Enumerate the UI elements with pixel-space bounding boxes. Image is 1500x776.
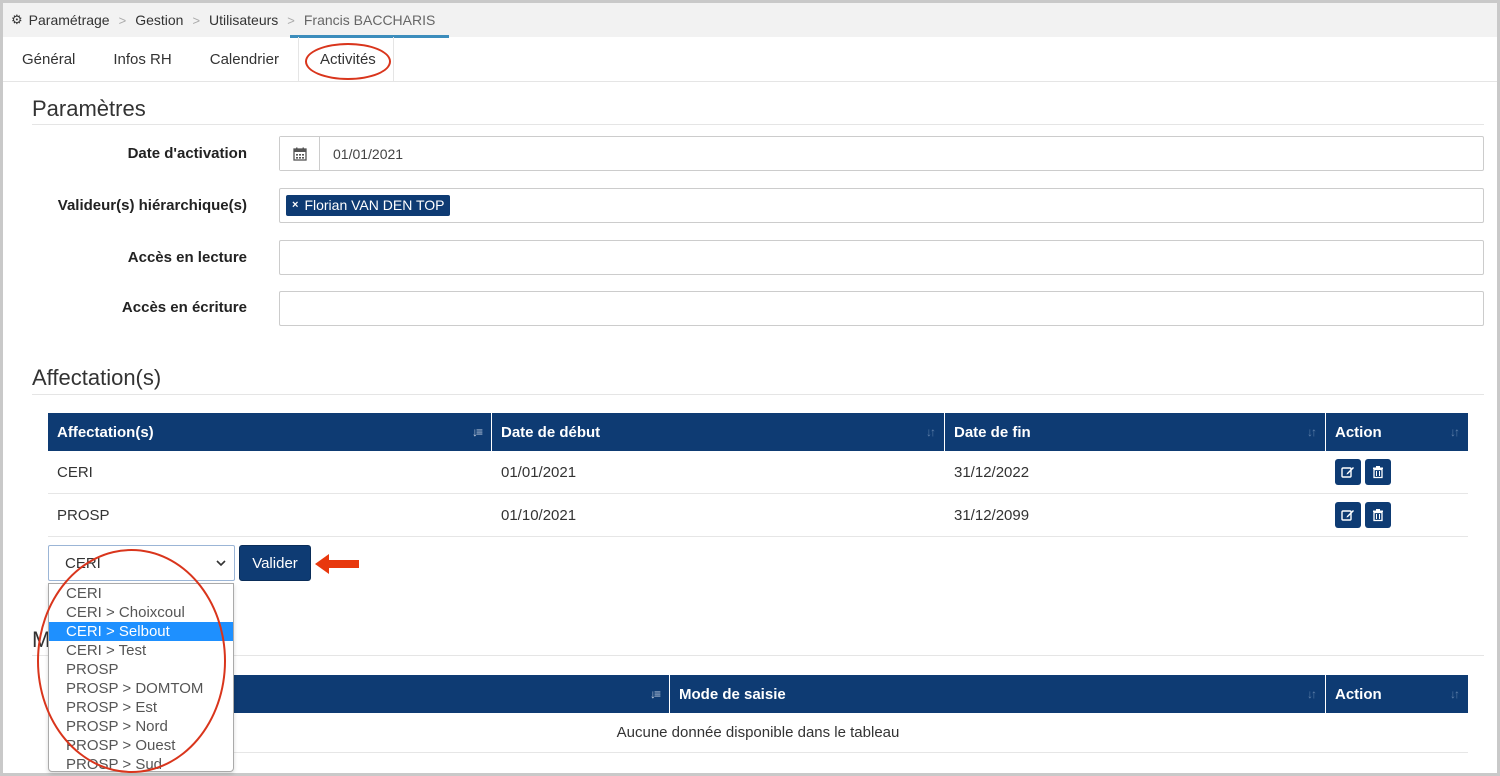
table-header: Affectation(s) ↓≡ Date de début ↓↑ Date … bbox=[48, 413, 1468, 451]
cell-date-fin: 31/12/2022 bbox=[954, 463, 1030, 481]
column-header-action[interactable]: Action ↓↑ bbox=[1326, 413, 1468, 451]
tab-activites[interactable]: Activités bbox=[303, 37, 393, 82]
column-header-label: Date de fin bbox=[954, 423, 1031, 441]
sort-icon: ↓≡ bbox=[471, 425, 483, 439]
cell-date-debut: 01/10/2021 bbox=[501, 506, 577, 524]
acces-lecture-field[interactable] bbox=[279, 240, 1484, 275]
dropdown-option[interactable]: PROSP > Sud bbox=[49, 755, 233, 774]
tab-bar: Général Infos RH Calendrier Activités bbox=[3, 36, 1497, 82]
table-row: CERI 01/01/2021 31/12/2022 bbox=[48, 451, 1468, 494]
breadcrumb-separator: > bbox=[192, 12, 201, 28]
section-divider bbox=[32, 394, 1484, 395]
calendar-icon[interactable] bbox=[280, 137, 320, 170]
dropdown-option[interactable]: CERI > Test bbox=[49, 641, 233, 660]
dropdown-option[interactable]: CERI bbox=[49, 584, 233, 603]
sort-icon: ↓↑ bbox=[1307, 425, 1317, 439]
affectation-select-value: CERI bbox=[65, 554, 101, 572]
column-header-action[interactable]: Action ↓↑ bbox=[1326, 675, 1468, 713]
cell-date-fin: 31/12/2099 bbox=[954, 506, 1030, 524]
date-activation-label: Date d'activation bbox=[127, 145, 247, 162]
date-activation-field[interactable]: 01/01/2021 bbox=[279, 136, 1484, 171]
modes-table: ↓≡ Mode de saisie ↓↑ Action ↓↑ Aucune do… bbox=[48, 675, 1468, 753]
column-header-label: Action bbox=[1335, 685, 1382, 703]
dropdown-option[interactable]: PROSP > Nord bbox=[49, 717, 233, 736]
valideurs-label: Valideur(s) hiérarchique(s) bbox=[57, 197, 247, 214]
gear-icon: ⚙ bbox=[11, 12, 23, 27]
empty-table-message: Aucune donnée disponible dans le tableau bbox=[48, 713, 1468, 753]
edit-button[interactable] bbox=[1335, 502, 1361, 528]
valider-button[interactable]: Valider bbox=[239, 545, 311, 581]
dropdown-option[interactable]: PROSP > DOMTOM bbox=[49, 679, 233, 698]
acces-ecriture-field[interactable] bbox=[279, 291, 1484, 326]
acces-ecriture-label: Accès en écriture bbox=[121, 299, 247, 316]
valideur-tag-label: Florian VAN DEN TOP bbox=[304, 197, 445, 213]
dropdown-option[interactable]: PROSP bbox=[49, 660, 233, 679]
breadcrumb-separator: > bbox=[118, 12, 127, 28]
edit-icon bbox=[1341, 510, 1354, 521]
annotation-circle bbox=[304, 42, 391, 80]
section-divider bbox=[32, 124, 1484, 125]
breadcrumb: ⚙ Paramétrage > Gestion > Utilisateurs >… bbox=[3, 3, 1497, 38]
cell-affectation: PROSP bbox=[57, 506, 110, 524]
valideur-tag: × Florian VAN DEN TOP bbox=[286, 195, 451, 216]
chevron-down-icon bbox=[216, 559, 226, 566]
breadcrumb-item-utilisateurs[interactable]: Utilisateurs bbox=[209, 12, 278, 28]
cell-actions bbox=[1326, 494, 1468, 536]
edit-button[interactable] bbox=[1335, 459, 1361, 485]
column-header-label: Mode de saisie bbox=[679, 685, 786, 703]
cell-date-debut: 01/01/2021 bbox=[501, 463, 577, 481]
tab-divider bbox=[392, 36, 394, 82]
cell-affectation: CERI bbox=[57, 463, 93, 481]
sort-icon: ↓↑ bbox=[1307, 687, 1317, 701]
tab-calendrier[interactable]: Calendrier bbox=[191, 37, 298, 82]
dropdown-option[interactable]: CERI > Choixcoul bbox=[49, 603, 233, 622]
affectation-select[interactable]: CERI bbox=[48, 545, 235, 581]
tab-infos-rh[interactable]: Infos RH bbox=[94, 37, 190, 82]
column-header-label: Affectation(s) bbox=[57, 423, 154, 441]
sort-icon: ↓↑ bbox=[1450, 425, 1460, 439]
column-header-label: Action bbox=[1335, 423, 1382, 441]
edit-icon bbox=[1341, 467, 1354, 478]
delete-button[interactable] bbox=[1365, 502, 1391, 528]
column-header-affectation[interactable]: Affectation(s) ↓≡ bbox=[48, 413, 492, 451]
breadcrumb-item-parametrage[interactable]: Paramétrage bbox=[29, 12, 110, 28]
table-row: PROSP 01/10/2021 31/12/2099 bbox=[48, 494, 1468, 537]
tab-general[interactable]: Général bbox=[3, 37, 94, 82]
affectations-table: Affectation(s) ↓≡ Date de début ↓↑ Date … bbox=[48, 413, 1468, 537]
tag-remove-button[interactable]: × bbox=[292, 199, 298, 211]
column-header-date-fin[interactable]: Date de fin ↓↑ bbox=[945, 413, 1326, 451]
acces-lecture-label: Accès en lecture bbox=[127, 249, 247, 266]
trash-icon bbox=[1373, 466, 1383, 479]
date-activation-value: 01/01/2021 bbox=[333, 145, 404, 162]
section-title-parametres: Paramètres bbox=[32, 96, 146, 121]
dropdown-option[interactable]: PROSP > Est bbox=[49, 698, 233, 717]
cell-actions bbox=[1326, 451, 1468, 493]
dropdown-option-highlighted[interactable]: CERI > Selbout bbox=[49, 622, 233, 641]
breadcrumb-item-current: Francis BACCHARIS bbox=[289, 12, 450, 38]
table-header: ↓≡ Mode de saisie ↓↑ Action ↓↑ bbox=[48, 675, 1468, 713]
column-header-mode-saisie[interactable]: Mode de saisie ↓↑ bbox=[670, 675, 1326, 713]
tab-divider bbox=[297, 36, 299, 82]
dropdown-option[interactable]: PROSP > Ouest bbox=[49, 736, 233, 755]
valideurs-field[interactable]: × Florian VAN DEN TOP bbox=[279, 188, 1484, 223]
sort-icon: ↓↑ bbox=[926, 425, 936, 439]
section-divider bbox=[32, 655, 1484, 656]
sort-icon: ↓↑ bbox=[1450, 687, 1460, 701]
section-title-affectations: Affectation(s) bbox=[32, 365, 162, 390]
trash-icon bbox=[1373, 509, 1383, 522]
column-header-label: Date de début bbox=[501, 423, 601, 441]
column-header-date-debut[interactable]: Date de début ↓↑ bbox=[492, 413, 945, 451]
arrow-left-icon bbox=[315, 554, 359, 574]
breadcrumb-item-gestion[interactable]: Gestion bbox=[135, 12, 183, 28]
breadcrumb-separator: > bbox=[287, 12, 295, 28]
affectation-dropdown-list: CERI CERI > Choixcoul CERI > Selbout CER… bbox=[48, 583, 234, 774]
delete-button[interactable] bbox=[1365, 459, 1391, 485]
sort-icon: ↓≡ bbox=[649, 687, 661, 701]
